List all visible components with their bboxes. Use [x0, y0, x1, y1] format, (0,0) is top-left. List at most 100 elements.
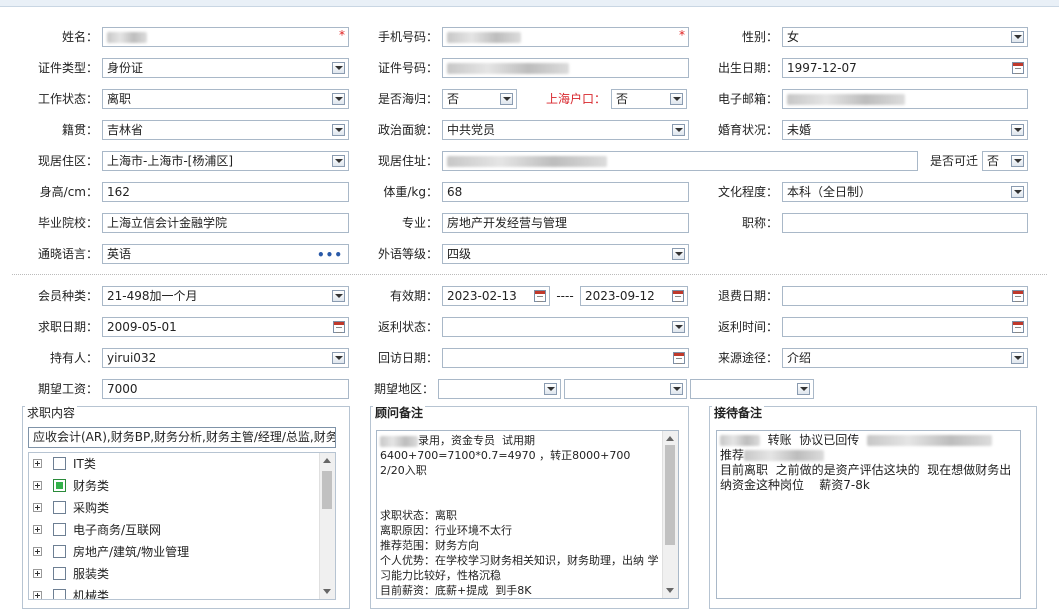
chevron-down-icon[interactable] — [1011, 155, 1024, 167]
calendar-icon[interactable] — [1012, 62, 1024, 74]
chevron-down-icon[interactable] — [670, 93, 683, 105]
sh-hukou-select[interactable]: 否 — [611, 89, 687, 109]
work-status-select[interactable]: 离职 — [102, 89, 349, 109]
tree-scrollbar[interactable] — [319, 453, 335, 599]
residence-select[interactable]: 上海市-上海市-[杨浦区] — [102, 151, 349, 171]
region-district-select[interactable] — [690, 379, 814, 399]
salary-label: 期望工资： — [37, 382, 98, 396]
scroll-up-icon[interactable] — [666, 436, 674, 441]
gender-select[interactable]: 女 — [782, 27, 1028, 47]
scroll-down-icon[interactable] — [666, 588, 674, 593]
phone-label: 手机号码： — [377, 30, 438, 44]
calendar-icon[interactable] — [534, 290, 546, 302]
id-type-label: 证件类型： — [37, 61, 98, 75]
expand-plus-icon[interactable] — [33, 591, 42, 599]
chevron-down-icon[interactable] — [672, 124, 685, 136]
chevron-down-icon[interactable] — [332, 93, 345, 105]
expand-plus-icon[interactable] — [33, 481, 42, 490]
visit-date-input[interactable] — [442, 348, 689, 368]
refund-date-input[interactable] — [782, 286, 1028, 306]
validity-from-input[interactable]: 2023-02-13 — [442, 286, 550, 306]
returnee-select[interactable]: 否 — [442, 89, 517, 109]
chevron-down-icon[interactable] — [1011, 31, 1024, 43]
calendar-icon[interactable] — [672, 290, 684, 302]
checkbox-icon[interactable] — [53, 589, 66, 599]
chevron-down-icon[interactable] — [1011, 186, 1024, 198]
id-type-select[interactable]: 身份证 — [102, 58, 349, 78]
chevron-down-icon[interactable] — [332, 124, 345, 136]
height-input[interactable]: 162 — [102, 182, 349, 202]
id-no-input[interactable] — [442, 58, 689, 78]
region-city-select[interactable] — [564, 379, 687, 399]
validity-to-input[interactable]: 2023-09-12 — [580, 286, 688, 306]
expand-plus-icon[interactable] — [33, 503, 42, 512]
scroll-thumb[interactable] — [665, 445, 675, 545]
chevron-down-icon[interactable] — [544, 383, 557, 395]
rebate-time-label: 返利时间： — [717, 320, 778, 334]
languages-picker[interactable]: 英语 ••• — [102, 244, 349, 264]
fl-level-label: 外语等级： — [377, 247, 438, 261]
advisor-scrollbar[interactable] — [662, 431, 678, 598]
chevron-down-icon[interactable] — [672, 321, 685, 333]
chevron-down-icon[interactable] — [332, 352, 345, 364]
chevron-down-icon[interactable] — [332, 290, 345, 302]
chevron-down-icon[interactable] — [670, 383, 683, 395]
email-input[interactable] — [782, 89, 1028, 109]
school-input[interactable]: 上海立信会计金融学院 — [102, 213, 349, 233]
job-selected-field[interactable]: 应收会计(AR),财务BP,财务分析,财务主管/经理/总监,财务 — [28, 427, 336, 448]
calendar-icon[interactable] — [673, 352, 685, 364]
name-input[interactable]: * — [102, 27, 349, 47]
scroll-thumb[interactable] — [322, 471, 332, 509]
calendar-icon[interactable] — [1012, 321, 1024, 333]
rebate-time-input[interactable] — [782, 317, 1028, 337]
phone-input[interactable]: * — [442, 27, 689, 47]
chevron-down-icon[interactable] — [1011, 352, 1024, 364]
marital-select[interactable]: 未婚 — [782, 120, 1028, 140]
reception-line-2-text: 推荐 — [720, 448, 745, 462]
chevron-down-icon[interactable] — [672, 248, 685, 260]
checkbox-icon[interactable] — [53, 523, 66, 536]
scroll-down-icon[interactable] — [323, 589, 331, 594]
job-date-input[interactable]: 2009-05-01 — [102, 317, 349, 337]
checkbox-icon[interactable] — [53, 545, 66, 558]
checkbox-icon[interactable] — [53, 567, 66, 580]
advisor-notes-textarea[interactable]: 录用，资金专员 试用期 6400+700=7100*0.7=4970 ，转正80… — [376, 430, 679, 599]
relocate-select[interactable]: 否 — [982, 151, 1028, 171]
calendar-icon[interactable] — [333, 321, 345, 333]
title-input[interactable] — [782, 213, 1028, 233]
address-input[interactable] — [442, 151, 918, 171]
birth-date-input[interactable]: 1997-12-07 — [782, 58, 1028, 78]
expand-plus-icon[interactable] — [33, 547, 42, 556]
chevron-down-icon[interactable] — [797, 383, 810, 395]
chevron-down-icon[interactable] — [1011, 124, 1024, 136]
more-icon[interactable]: ••• — [317, 246, 343, 263]
advisor-line: 离职原因：行业环境不太行 — [380, 524, 512, 537]
expand-plus-icon[interactable] — [33, 459, 42, 468]
political-select[interactable]: 中共党员 — [442, 120, 689, 140]
job-category-tree[interactable]: IT类 财务类 采购类 电子商务/互联网 房地产/建筑/物业管理 服装类 机械类 — [28, 452, 336, 600]
member-type-value: 21-498加一个月 — [107, 289, 198, 303]
region-province-select[interactable] — [438, 379, 561, 399]
major-input[interactable]: 房地产开发经营与管理 — [442, 213, 689, 233]
checkbox-icon[interactable] — [53, 501, 66, 514]
holder-select[interactable]: yirui032 — [102, 348, 349, 368]
reception-notes-textarea[interactable]: 转账 协议已回传 推荐 目前离职 之前做的是资产评估这块的 现在想做财务出纳资金… — [716, 430, 1021, 599]
chevron-down-icon[interactable] — [500, 93, 513, 105]
native-select[interactable]: 吉林省 — [102, 120, 349, 140]
expand-plus-icon[interactable] — [33, 525, 42, 534]
calendar-icon[interactable] — [1012, 290, 1024, 302]
scroll-up-icon[interactable] — [323, 458, 331, 463]
checkbox-partial-icon[interactable] — [53, 479, 66, 492]
weight-input[interactable]: 68 — [442, 182, 689, 202]
rebate-status-select[interactable] — [442, 317, 689, 337]
member-type-select[interactable]: 21-498加一个月 — [102, 286, 349, 306]
top-bar — [0, 0, 1059, 7]
source-select[interactable]: 介绍 — [782, 348, 1028, 368]
education-select[interactable]: 本科（全日制） — [782, 182, 1028, 202]
chevron-down-icon[interactable] — [332, 155, 345, 167]
checkbox-icon[interactable] — [53, 457, 66, 470]
salary-input[interactable]: 7000 — [102, 379, 349, 399]
expand-plus-icon[interactable] — [33, 569, 42, 578]
chevron-down-icon[interactable] — [332, 62, 345, 74]
fl-level-select[interactable]: 四级 — [442, 244, 689, 264]
